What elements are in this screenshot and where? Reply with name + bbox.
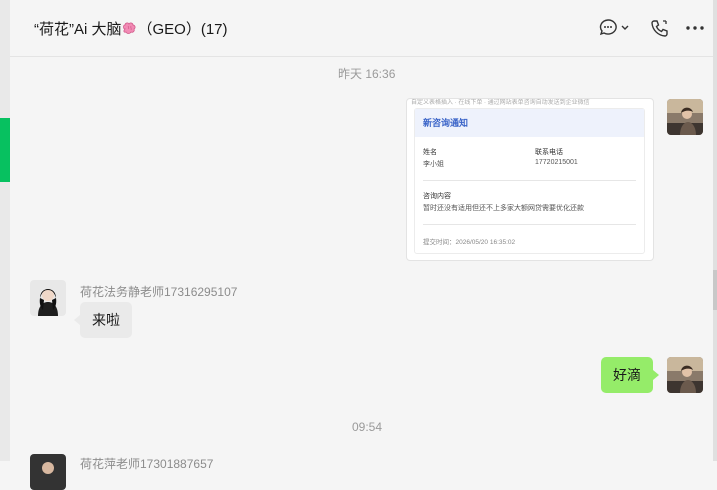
name-label: 姓名 xyxy=(423,149,437,156)
chat-window: “荷花”Ai 大脑 （GEO）(17) 昨天 16:36 自定义表格插入 · 在线… xyxy=(10,0,717,490)
chat-header: “荷花”Ai 大脑 （GEO）(17) xyxy=(10,0,717,57)
sidebar-active-indicator xyxy=(0,118,10,182)
avatar[interactable] xyxy=(667,357,703,393)
message-bubble[interactable]: 好滴 xyxy=(601,357,659,393)
more-icon[interactable] xyxy=(685,20,705,41)
avatar[interactable] xyxy=(667,99,703,135)
phone-icon[interactable] xyxy=(650,18,670,43)
chat-title[interactable]: “荷花”Ai 大脑 （GEO）(17) xyxy=(34,18,228,39)
phone-label: 联系电话 xyxy=(535,149,563,156)
phone-value: 17720215001 xyxy=(535,159,578,166)
avatar[interactable] xyxy=(30,280,66,316)
timestamp: 昨天 16:36 xyxy=(338,67,396,81)
image-message[interactable]: 自定义表格插入 · 在线下单 · 通过网站表单咨询自动发送到企业微信 新咨询通知… xyxy=(406,98,654,261)
chat-bubble-dropdown-icon[interactable] xyxy=(599,18,631,43)
chat-title-suffix: （GEO）(17) xyxy=(137,21,228,38)
scrollbar-track[interactable] xyxy=(713,0,717,461)
content-label: 咨询内容 xyxy=(423,193,451,200)
sender-name: 荷花法务静老师17316295107 xyxy=(80,285,238,299)
card-divider xyxy=(423,180,636,181)
avatar[interactable] xyxy=(30,454,66,490)
sender-name: 荷花萍老师17301887657 xyxy=(80,457,214,471)
chat-title-text: “荷花”Ai 大脑 xyxy=(34,21,122,38)
consult-notice-card: 新咨询通知 姓名 李小姐 联系电话 17720215001 咨询内容 暂时还没有… xyxy=(414,108,645,254)
card-divider xyxy=(423,224,636,225)
submit-time: 提交时间：2026/05/20 16:35:02 xyxy=(423,239,516,246)
sidebar-strip xyxy=(0,0,10,461)
content-value: 暂时还没有适用但还不上多家大额网贷需要优化还款 xyxy=(423,205,584,212)
scrollbar-thumb[interactable] xyxy=(713,270,717,310)
message-bubble[interactable]: 来啦 xyxy=(74,302,132,338)
timestamp: 09:54 xyxy=(352,420,383,434)
name-value: 李小姐 xyxy=(423,161,444,168)
brain-emoji-icon xyxy=(122,22,135,34)
image-top-line: 自定义表格插入 · 在线下单 · 通过网站表单咨询自动发送到企业微信 xyxy=(411,100,590,106)
card-title: 新咨询通知 xyxy=(415,109,644,137)
